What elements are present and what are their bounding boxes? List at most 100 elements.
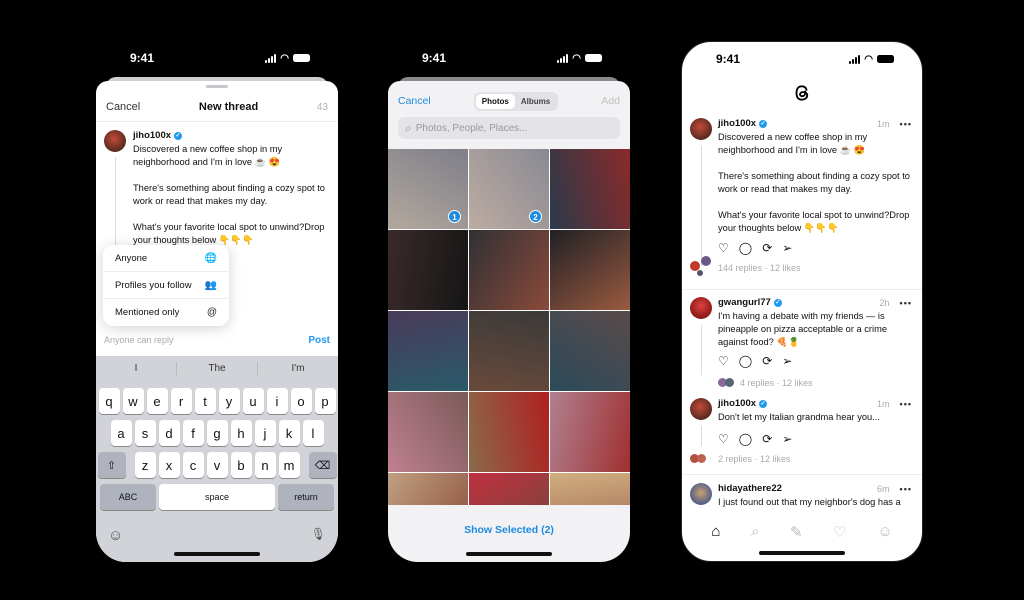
repost-icon[interactable]: ⟳ — [762, 241, 772, 255]
tab-photos[interactable]: Photos — [475, 93, 515, 109]
like-icon[interactable]: ♡ — [718, 241, 729, 255]
key-v[interactable]: v — [206, 452, 228, 478]
key-e[interactable]: e — [146, 388, 168, 414]
threads-logo-icon[interactable] — [791, 82, 813, 104]
username[interactable]: jiho100x ✓ — [718, 398, 768, 409]
suggestion[interactable]: I'm — [258, 362, 338, 376]
key-t[interactable]: t — [194, 388, 216, 414]
key-r[interactable]: r — [170, 388, 192, 414]
microphone-icon[interactable]: 🎙 — [311, 527, 326, 544]
search-icon[interactable]: ⌕ — [751, 523, 759, 541]
photo-thumbnail[interactable] — [388, 473, 468, 505]
more-icon[interactable]: ••• — [900, 399, 912, 409]
add-button[interactable]: Add — [601, 95, 620, 107]
photo-thumbnail[interactable] — [469, 230, 549, 310]
reply-icon[interactable]: ◯ — [739, 432, 752, 446]
search-input[interactable]: ⌕ Photos, People, Places... — [398, 117, 620, 139]
key-m[interactable]: m — [278, 452, 300, 478]
more-icon[interactable]: ••• — [900, 298, 912, 308]
share-icon[interactable]: ➢ — [782, 432, 792, 446]
key-s[interactable]: s — [134, 420, 156, 446]
key-a[interactable]: a — [110, 420, 132, 446]
home-icon[interactable]: ⌂ — [711, 523, 720, 541]
more-icon[interactable]: ••• — [900, 484, 912, 494]
cancel-button[interactable]: Cancel — [398, 95, 431, 107]
key-w[interactable]: w — [122, 388, 144, 414]
post-stats[interactable]: 2 replies · 12 likes — [718, 454, 791, 464]
photo-thumbnail[interactable] — [469, 311, 549, 391]
photo-thumbnail[interactable]: 1 — [388, 149, 468, 229]
suggestion[interactable]: The — [177, 362, 258, 376]
photo-thumbnail[interactable] — [550, 311, 630, 391]
key-l[interactable]: l — [302, 420, 324, 446]
username[interactable]: hidayathere22 — [718, 483, 782, 494]
abc-key[interactable]: ABC — [100, 484, 156, 510]
show-selected-button[interactable]: Show Selected (2) — [388, 524, 630, 536]
avatar[interactable] — [690, 483, 712, 505]
key-i[interactable]: i — [266, 388, 288, 414]
avatar[interactable] — [690, 118, 712, 140]
reply-icon[interactable]: ◯ — [739, 241, 752, 255]
photo-thumbnail[interactable] — [550, 149, 630, 229]
compose-icon[interactable]: ✎ — [790, 523, 803, 541]
shift-key[interactable]: ⇧ — [97, 452, 126, 478]
activity-heart-icon[interactable]: ♡ — [833, 523, 846, 541]
more-icon[interactable]: ••• — [900, 119, 912, 129]
profile-icon[interactable]: ☺ — [877, 523, 892, 541]
key-k[interactable]: k — [278, 420, 300, 446]
key-n[interactable]: n — [254, 452, 276, 478]
repost-icon[interactable]: ⟳ — [762, 432, 772, 446]
key-o[interactable]: o — [290, 388, 312, 414]
username[interactable]: gwangurl77 ✓ — [718, 297, 782, 308]
photo-thumbnail[interactable] — [469, 473, 549, 505]
avatar[interactable] — [690, 297, 712, 319]
key-d[interactable]: d — [158, 420, 180, 446]
share-icon[interactable]: ➢ — [782, 241, 792, 255]
photo-thumbnail[interactable] — [550, 392, 630, 472]
key-q[interactable]: q — [98, 388, 120, 414]
sheet-grabber[interactable] — [206, 85, 228, 88]
key-c[interactable]: c — [182, 452, 204, 478]
like-icon[interactable]: ♡ — [718, 432, 729, 446]
photo-thumbnail[interactable] — [469, 392, 549, 472]
photo-thumbnail[interactable] — [388, 392, 468, 472]
suggestion[interactable]: I — [96, 362, 177, 376]
key-b[interactable]: b — [230, 452, 252, 478]
post-stats[interactable]: 144 replies · 12 likes — [718, 263, 801, 273]
composer-sheet: Cancel New thread 43 jiho100x ✓ Discover… — [96, 81, 338, 562]
tab-albums[interactable]: Albums — [515, 94, 556, 109]
cancel-button[interactable]: Cancel — [106, 101, 140, 113]
post-stats[interactable]: 4 replies · 12 likes — [740, 378, 813, 388]
menu-item-profiles-you-follow[interactable]: Profiles you follow 👥 — [103, 272, 229, 299]
key-u[interactable]: u — [242, 388, 264, 414]
space-key[interactable]: space — [159, 484, 275, 510]
photo-thumbnail[interactable] — [388, 230, 468, 310]
emoji-icon[interactable]: ☺ — [108, 527, 123, 544]
key-g[interactable]: g — [206, 420, 228, 446]
key-h[interactable]: h — [230, 420, 252, 446]
key-f[interactable]: f — [182, 420, 204, 446]
key-y[interactable]: y — [218, 388, 240, 414]
reply-setting-button[interactable]: Anyone can reply — [104, 335, 174, 346]
share-icon[interactable]: ➢ — [782, 354, 792, 368]
key-z[interactable]: z — [134, 452, 156, 478]
menu-item-label: Mentioned only — [115, 307, 180, 318]
photo-thumbnail[interactable] — [550, 230, 630, 310]
menu-item-anyone[interactable]: Anyone 🌐 — [103, 245, 229, 272]
post-button[interactable]: Post — [308, 335, 330, 346]
repost-icon[interactable]: ⟳ — [762, 354, 772, 368]
key-j[interactable]: j — [254, 420, 276, 446]
photo-thumbnail[interactable] — [388, 311, 468, 391]
backspace-key[interactable]: ⌫ — [308, 452, 337, 478]
photo-thumbnail[interactable] — [550, 473, 630, 505]
key-p[interactable]: p — [314, 388, 336, 414]
return-key[interactable]: return — [278, 484, 334, 510]
username[interactable]: jiho100x ✓ — [718, 118, 768, 129]
avatar[interactable] — [690, 398, 712, 420]
key-x[interactable]: x — [158, 452, 180, 478]
menu-item-mentioned-only[interactable]: Mentioned only @ — [103, 299, 229, 326]
like-icon[interactable]: ♡ — [718, 354, 729, 368]
reply-icon[interactable]: ◯ — [739, 354, 752, 368]
photo-thumbnail[interactable]: 2 — [469, 149, 549, 229]
thread-text-input[interactable]: Discovered a new coffee shop in my neigh… — [133, 143, 330, 247]
